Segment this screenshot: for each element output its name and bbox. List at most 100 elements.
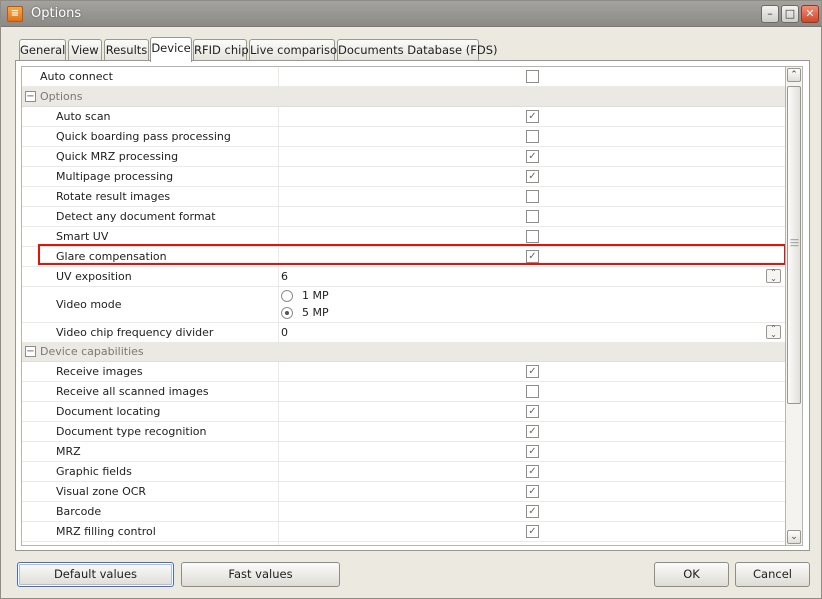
scroll-up-icon[interactable]: ⌃ [787,68,801,82]
row-graphic-fields[interactable]: Graphic fields ✓ [22,462,785,482]
row-multipage[interactable]: Multipage processing ✓ [22,167,785,187]
smart-uv-checkbox[interactable] [526,230,539,243]
row-visual-zone-ocr[interactable]: Visual zone OCR ✓ [22,482,785,502]
row-document-type-recognition[interactable]: Document type recognition ✓ [22,422,785,442]
visual-zone-ocr-checkbox[interactable]: ✓ [526,485,539,498]
row-auto-connect[interactable]: Auto connect [22,67,785,87]
row-document-locating[interactable]: Document locating ✓ [22,402,785,422]
group-device-capabilities[interactable]: − Device capabilities [22,342,785,362]
grip-icon: — — — [790,235,799,251]
property-label: Quick MRZ processing [56,150,179,163]
document-locating-checkbox[interactable]: ✓ [526,405,539,418]
property-label: Graphic fields [56,465,132,478]
property-label: Barcode [56,505,102,518]
cancel-button[interactable]: Cancel [735,562,810,587]
row-glare-compensation[interactable]: Glare compensation ✓ [22,247,785,267]
property-label: Document type recognition [56,425,207,438]
row-auto-scan[interactable]: Auto scan ✓ [22,107,785,127]
row-rotate-result-images[interactable]: Rotate result images [22,187,785,207]
row-detect-any-format[interactable]: Detect any document format [22,207,785,227]
collapse-icon[interactable]: − [25,346,36,357]
property-label: Quick boarding pass processing [56,130,231,143]
group-options[interactable]: − Options [22,87,785,107]
property-label: Auto connect [40,70,113,83]
tab-rfid-chip[interactable]: RFID chip [193,39,249,61]
barcode-checkbox[interactable]: ✓ [526,505,539,518]
options-window: ≡ Options – □ ✕ General View Results Dev… [0,0,822,599]
property-label: Detect any document format [56,210,216,223]
row-quick-mrz[interactable]: Quick MRZ processing ✓ [22,147,785,167]
row-video-mode: Video mode 1 MP 5 MP [22,287,785,323]
group-title: Options [40,90,83,103]
device-tab-panel: Auto connect − Options Auto scan ✓ Quick… [15,60,810,551]
spinner-icon[interactable]: ⌃ ⌄ [766,269,781,283]
document-type-recognition-checkbox[interactable]: ✓ [526,425,539,438]
receive-images-checkbox[interactable]: ✓ [526,365,539,378]
close-icon[interactable]: ✕ [801,5,819,23]
auto-scan-checkbox[interactable]: ✓ [526,110,539,123]
title-bar[interactable]: ≡ Options – □ ✕ [1,1,821,27]
tab-live-comparison[interactable]: Live comparison [249,39,344,61]
graphic-fields-checkbox[interactable]: ✓ [526,465,539,478]
property-label: Smart UV [56,230,109,243]
row-barcode[interactable]: Barcode ✓ [22,502,785,522]
radio-label: 1 MP [302,289,329,302]
property-label: Glare compensation [56,250,167,263]
property-label: MRZ filling control [56,525,156,538]
scroll-thumb[interactable]: — — — [787,86,801,404]
partially-visible-checkbox[interactable]: ✓ [526,545,539,546]
property-label: Multipage processing [56,170,174,183]
row-mrz[interactable]: MRZ ✓ [22,442,785,462]
rotate-result-images-checkbox[interactable] [526,190,539,203]
auto-connect-checkbox[interactable] [526,70,539,83]
video-mode-1mp-radio[interactable] [281,290,293,302]
multipage-checkbox[interactable]: ✓ [526,170,539,183]
glare-compensation-checkbox[interactable]: ✓ [526,250,539,263]
app-logo-icon: ≡ [7,6,23,22]
window-title: Options [31,6,82,21]
property-label: Document locating [56,405,161,418]
receive-all-scanned-checkbox[interactable] [526,385,539,398]
property-label: Video chip frequency divider [56,326,214,339]
row-video-chip-divider[interactable]: Video chip frequency divider 0 ⌃ ⌄ [22,323,785,343]
ok-button[interactable]: OK [654,562,729,587]
group-title: Device capabilities [40,345,144,358]
default-values-button[interactable]: Default values [17,562,174,587]
property-label: UV exposition [56,270,132,283]
scroll-down-icon[interactable]: ⌄ [787,530,801,544]
tab-view[interactable]: View [68,39,102,61]
vertical-scrollbar[interactable]: ⌃ — — — ⌄ [786,66,803,546]
video-mode-5mp-radio[interactable] [281,307,293,319]
video-chip-divider-value[interactable]: 0 [281,323,288,342]
property-label: Rotate result images [56,190,171,203]
mrz-checkbox[interactable]: ✓ [526,445,539,458]
mrz-filling-control-checkbox[interactable]: ✓ [526,525,539,538]
property-label: Visual zone OCR [56,485,147,498]
row-uv-exposition[interactable]: UV exposition 6 ⌃ ⌄ [22,267,785,287]
tab-documents-database[interactable]: Documents Database (FDS) [337,39,498,61]
quick-mrz-checkbox[interactable]: ✓ [526,150,539,163]
collapse-icon[interactable]: − [25,91,36,102]
uv-exposition-value[interactable]: 6 [281,267,288,286]
property-grid: Auto connect − Options Auto scan ✓ Quick… [21,66,786,546]
row-receive-images[interactable]: Receive images ✓ [22,362,785,382]
property-label: MRZ [56,445,81,458]
tab-results[interactable]: Results [104,39,149,61]
maximize-icon[interactable]: □ [781,5,799,23]
row-mrz-filling-control[interactable]: MRZ filling control ✓ [22,522,785,542]
row-quick-boarding-pass[interactable]: Quick boarding pass processing [22,127,785,147]
row-receive-all-scanned[interactable]: Receive all scanned images [22,382,785,402]
row-partially-visible[interactable]: ✓ [22,542,785,546]
property-label: Auto scan [56,110,111,123]
tab-device[interactable]: Device [150,37,192,62]
tab-general[interactable]: General [19,39,66,61]
property-label: Receive images [56,365,143,378]
spinner-icon[interactable]: ⌃ ⌄ [766,325,781,339]
property-label: Receive all scanned images [56,385,209,398]
radio-label: 5 MP [302,306,329,319]
quick-boarding-pass-checkbox[interactable] [526,130,539,143]
minimize-icon[interactable]: – [761,5,779,23]
row-smart-uv[interactable]: Smart UV [22,227,785,247]
fast-values-button[interactable]: Fast values [181,562,340,587]
detect-any-format-checkbox[interactable] [526,210,539,223]
